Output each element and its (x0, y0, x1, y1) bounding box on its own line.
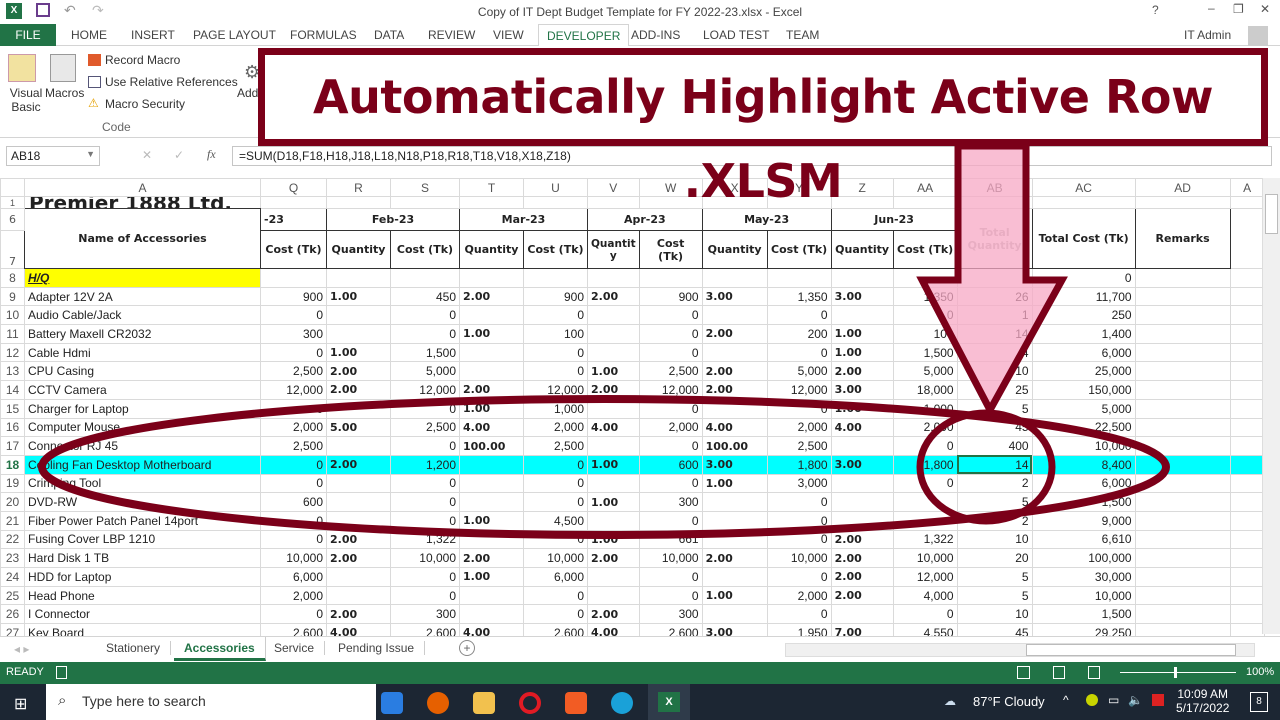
cell-circle-annotation (916, 409, 1056, 525)
row-ellipse-annotation (38, 395, 1170, 539)
title-banner: Automatically Highlight Active Row .XLSM (258, 48, 1268, 208)
banner-text: Automatically Highlight Active Row .XLSM (312, 70, 1214, 208)
